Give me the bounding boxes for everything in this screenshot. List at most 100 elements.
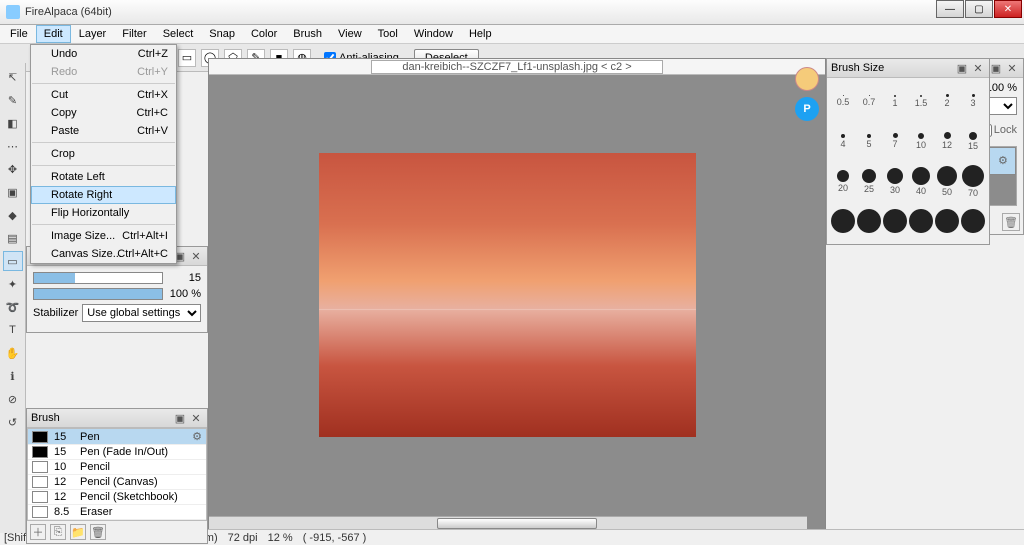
panel-close-icon[interactable]: ✕ [189,411,203,425]
brush-size-preset[interactable]: 70 [961,162,985,200]
brush-size-preset[interactable] [909,202,933,240]
brush-preset[interactable]: 10Pencil [28,460,206,475]
menu-paste[interactable]: PasteCtrl+V [31,122,176,140]
brush-tool-icon[interactable]: ✎ [3,90,23,110]
canvas-image[interactable] [319,153,696,437]
brush-opacity-slider[interactable] [33,288,163,300]
menu-edit[interactable]: Edit [36,25,71,43]
wand-tool-icon[interactable]: ✦ [3,274,23,294]
brush-size-preset[interactable]: 15 [961,122,985,160]
folder-brush-icon[interactable]: 📁 [70,524,86,540]
tool-palette: ↸ ✎ ◧ ⋯ ✥ ▣ ◆ ▤ ▭ ✦ ➰ T ✋ ℹ ⊘ ↺ [0,63,26,533]
menu-view[interactable]: View [330,25,370,43]
document-tab[interactable]: dan-kreibich--SZCZF7_Lf1-unsplash.jpg < … [371,60,662,74]
brush-size-preset[interactable]: 2 [935,82,959,120]
select-tool-icon[interactable]: ▭ [3,251,23,271]
menu-snap[interactable]: Snap [201,25,243,43]
hand-tool-icon[interactable]: ✋ [3,343,23,363]
bucket-tool-icon[interactable]: ◆ [3,205,23,225]
panel-dock-icon[interactable]: ▣ [989,61,1003,75]
divide-tool-icon[interactable]: ⊘ [3,389,23,409]
eraser-tool-icon[interactable]: ◧ [3,113,23,133]
gear-icon[interactable]: ⚙ [998,154,1012,168]
fill-tool-icon[interactable]: ▣ [3,182,23,202]
brush-size-preset[interactable] [883,202,907,240]
panel-close-icon[interactable]: ✕ [189,249,203,263]
brush-size-preset[interactable] [857,202,881,240]
brush-preset[interactable]: 15Pen⚙ [28,429,206,445]
text-tool-icon[interactable]: T [3,320,23,340]
brush-preset[interactable]: 15Pen (Fade In/Out) [28,445,206,460]
brush-size-preset[interactable]: 25 [857,162,881,200]
menu-copy[interactable]: CopyCtrl+C [31,104,176,122]
sel-rect-icon[interactable]: ▭ [178,49,196,67]
menu-flip-horizontal[interactable]: Flip Horizontally [31,204,176,222]
menu-tool[interactable]: Tool [370,25,406,43]
menu-file[interactable]: File [2,25,36,43]
menu-help[interactable]: Help [461,25,500,43]
panel-close-icon[interactable]: ✕ [971,61,985,75]
brush-preset[interactable]: 12Pencil (Sketchbook) [28,490,206,505]
menu-image-size[interactable]: Image Size...Ctrl+Alt+I [31,227,176,245]
brush-size-preset[interactable]: 4 [831,122,855,160]
panel-close-icon[interactable]: ✕ [1005,61,1019,75]
maximize-button[interactable]: ▢ [965,0,993,18]
menu-select[interactable]: Select [155,25,202,43]
dup-brush-icon[interactable]: ⎘ [50,524,66,540]
menu-undo[interactable]: UndoCtrl+Z [31,45,176,63]
app-icon [6,5,20,19]
delete-brush-icon[interactable]: 🗑 [90,524,106,540]
menu-rotate-left[interactable]: Rotate Left [31,168,176,186]
menu-crop[interactable]: Crop [31,145,176,163]
menu-rotate-right[interactable]: Rotate Right [31,186,176,204]
canvas-area: dan-kreibich--SZCZF7_Lf1-unsplash.jpg < … [208,58,826,531]
menu-color[interactable]: Color [243,25,285,43]
brush-size-preset[interactable]: 7 [883,122,907,160]
brush-size-preset[interactable] [961,202,985,240]
titlebar: FireAlpaca (64bit) — ▢ ✕ [0,0,1024,25]
panel-dock-icon[interactable]: ▣ [955,61,969,75]
brush-size-preset[interactable]: 5 [857,122,881,160]
window-title: FireAlpaca (64bit) [25,6,112,18]
stabilizer-select[interactable]: Use global settings [82,304,201,322]
brush-size-preset[interactable]: 1.5 [909,82,933,120]
delete-layer-icon[interactable]: 🗑 [1002,213,1020,231]
rotate-tool-icon[interactable]: ↺ [3,412,23,432]
brush-size-preset[interactable]: 3 [961,82,985,120]
move-tool-icon[interactable]: ✥ [3,159,23,179]
brush-size-preset[interactable]: 12 [935,122,959,160]
menu-brush[interactable]: Brush [285,25,330,43]
menu-layer[interactable]: Layer [71,25,115,43]
brush-preset[interactable]: 8.5Eraser [28,505,206,520]
brush-panel: Brush▣✕ 15Pen⚙15Pen (Fade In/Out)10Penci… [26,408,208,544]
close-button[interactable]: ✕ [994,0,1022,18]
add-brush-icon[interactable]: ＋ [30,524,46,540]
arrow-tool-icon[interactable]: ↸ [3,67,23,87]
brush-size-preset[interactable]: 20 [831,162,855,200]
brush-preset[interactable]: 12Pencil (Canvas) [28,475,206,490]
h-scrollbar[interactable] [209,516,807,530]
brush-size-slider[interactable] [33,272,163,284]
brush-size-preset[interactable]: 1 [883,82,907,120]
menu-cut[interactable]: CutCtrl+X [31,86,176,104]
menu-filter[interactable]: Filter [114,25,154,43]
brush-size-preset[interactable] [935,202,959,240]
brush-size-preset[interactable]: 10 [909,122,933,160]
eyedropper-tool-icon[interactable]: ℹ [3,366,23,386]
panel-dock-icon[interactable]: ▣ [173,411,187,425]
minimize-button[interactable]: — [936,0,964,18]
lasso-tool-icon[interactable]: ➰ [3,297,23,317]
dot-tool-icon[interactable]: ⋯ [3,136,23,156]
menu-window[interactable]: Window [406,25,461,43]
avatar-icon[interactable] [795,67,819,91]
brush-size-preset[interactable]: 40 [909,162,933,200]
brush-size-preset[interactable]: 30 [883,162,907,200]
p-badge-icon[interactable]: P [795,97,819,121]
brush-size-preset[interactable]: 0.5 [831,82,855,120]
brush-size-panel: Brush Size▣✕ 0.50.711.523457101215202530… [826,58,990,245]
gradient-tool-icon[interactable]: ▤ [3,228,23,248]
menu-canvas-size[interactable]: Canvas Size...Ctrl+Alt+C [31,245,176,263]
brush-size-preset[interactable] [831,202,855,240]
brush-size-preset[interactable]: 50 [935,162,959,200]
brush-size-preset[interactable]: 0.7 [857,82,881,120]
